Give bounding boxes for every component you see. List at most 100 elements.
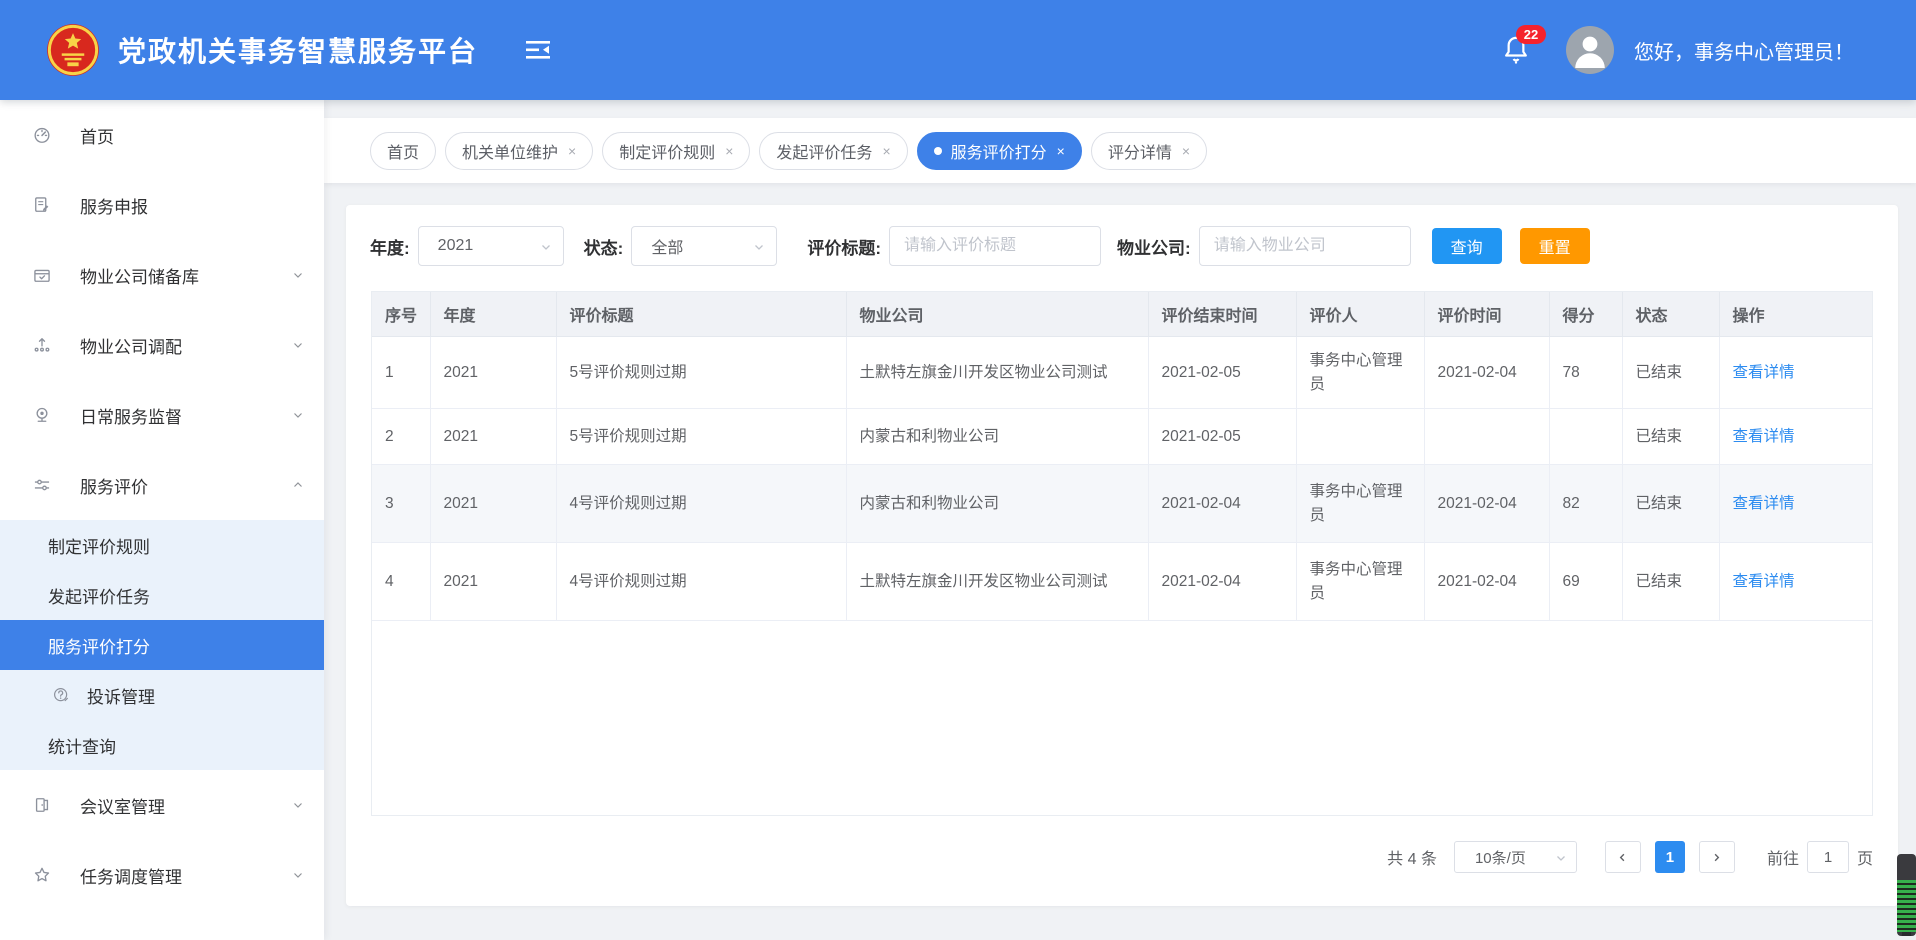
year-select[interactable]: 2021 xyxy=(418,226,564,266)
tab-service-evaluation-scoring[interactable]: 服务评价打分× xyxy=(917,132,1082,170)
sidebar-submenu: 制定评价规则发起评价任务服务评价打分投诉管理统计查询 xyxy=(0,520,324,770)
evaluation-title-input[interactable] xyxy=(889,226,1101,266)
tab-score-details[interactable]: 评分详情 × xyxy=(1091,132,1207,170)
monitor-icon xyxy=(32,405,52,425)
cell: 2021-02-04 xyxy=(1424,465,1549,543)
user-greeting: 您好，事务中心管理员！ xyxy=(1634,36,1854,65)
scroll-indicator-stripes xyxy=(1897,880,1916,932)
close-tab-icon[interactable]: × xyxy=(1182,144,1190,158)
column-header: 评价人 xyxy=(1296,292,1424,337)
cell: 内蒙古和利物业公司 xyxy=(846,409,1148,465)
page-size-select[interactable]: 10条/页 xyxy=(1454,841,1577,873)
scroll-indicator[interactable] xyxy=(1897,854,1916,936)
notification-bell-icon[interactable]: 22 xyxy=(1502,33,1532,67)
page-unit-label: 页 xyxy=(1857,845,1873,869)
cell: 2 xyxy=(372,409,430,465)
title-filter-label: 评价标题: xyxy=(807,234,881,259)
app-header: 党政机关事务智慧服务平台 22 xyxy=(0,0,1916,100)
goto-label: 前往 xyxy=(1767,845,1799,869)
close-tab-icon[interactable]: × xyxy=(725,144,733,158)
prev-page-button[interactable] xyxy=(1605,841,1641,873)
tab-label: 制定评价规则 xyxy=(619,139,715,163)
cell xyxy=(1296,409,1424,465)
current-page-button[interactable]: 1 xyxy=(1655,841,1685,873)
table-row: 320214号评价规则过期内蒙古和利物业公司2021-02-04事务中心管理员2… xyxy=(372,465,1873,543)
cell: 3 xyxy=(372,465,430,543)
sidebar-item-service-evaluation-scoring[interactable]: 服务评价打分 xyxy=(0,620,324,670)
avatar[interactable] xyxy=(1566,26,1614,74)
next-page-button[interactable] xyxy=(1699,841,1735,873)
sidebar-item-launch-evaluation-task[interactable]: 发起评价任务 xyxy=(0,570,324,620)
filter-bar: 年度: 2021 状态: 全部 评价标题: 物业公司: 查询 重置 xyxy=(370,226,1590,266)
table-row: 420214号评价规则过期土默特左旗金川开发区物业公司测试2021-02-04事… xyxy=(372,543,1873,621)
sidebar-item-property-company-dispatch[interactable]: 物业公司调配 xyxy=(0,310,324,380)
status-select-value: 全部 xyxy=(651,234,683,258)
close-tab-icon[interactable]: × xyxy=(1057,144,1065,158)
close-tab-icon[interactable]: × xyxy=(882,144,890,158)
tab-label: 首页 xyxy=(387,139,419,163)
sidebar-item-statistics-query[interactable]: 统计查询 xyxy=(0,720,324,770)
view-details-link[interactable]: 查看详情 xyxy=(1733,495,1795,512)
sidebar-item-label: 服务评价 xyxy=(80,473,148,498)
chevron-down-icon xyxy=(292,339,304,351)
cell: 土默特左旗金川开发区物业公司测试 xyxy=(846,337,1148,409)
sidebar-item-label: 服务评价打分 xyxy=(48,633,150,658)
sidebar-item-label: 制定评价规则 xyxy=(48,533,150,558)
sidebar: 首页服务申报物业公司储备库物业公司调配日常服务监督服务评价制定评价规则发起评价任… xyxy=(0,100,324,940)
tab-launch-evaluation-task[interactable]: 发起评价任务 × xyxy=(759,132,907,170)
cell: 土默特左旗金川开发区物业公司测试 xyxy=(846,543,1148,621)
sidebar-item-complaint-management[interactable]: 投诉管理 xyxy=(0,670,324,720)
dispatch-icon xyxy=(32,335,52,355)
cell: 事务中心管理员 xyxy=(1296,465,1424,543)
chevron-down-icon xyxy=(292,799,304,811)
sidebar-item-daily-service-supervision[interactable]: 日常服务监督 xyxy=(0,380,324,450)
total-count: 共 4 条 xyxy=(1387,845,1437,869)
sidebar-item-service-declaration[interactable]: 服务申报 xyxy=(0,170,324,240)
tab-label: 机关单位维护 xyxy=(462,139,558,163)
question-circle-icon xyxy=(52,686,70,704)
cell: 5号评价规则过期 xyxy=(556,409,846,465)
table-header-row: 序号年度评价标题物业公司评价结束时间评价人评价时间得分状态操作 xyxy=(372,292,1873,337)
cell: 1 xyxy=(372,337,430,409)
tab-home[interactable]: 首页 xyxy=(370,132,436,170)
sidebar-item-service-evaluation[interactable]: 服务评价 xyxy=(0,450,324,520)
column-header: 评价标题 xyxy=(556,292,846,337)
view-details-link[interactable]: 查看详情 xyxy=(1733,364,1795,381)
sidebar-item-set-evaluation-rules[interactable]: 制定评价规则 xyxy=(0,520,324,570)
query-button[interactable]: 查询 xyxy=(1432,228,1502,264)
tab-label: 发起评价任务 xyxy=(776,139,872,163)
open-tabs-bar: 首页机关单位维护×制定评价规则×发起评价任务×服务评价打分×评分详情× xyxy=(324,118,1916,183)
scrollbar-track[interactable] xyxy=(1900,100,1916,940)
status-select[interactable]: 全部 xyxy=(631,226,777,266)
sidebar-item-label: 物业公司储备库 xyxy=(80,263,199,288)
cell: 2021-02-05 xyxy=(1148,337,1296,409)
collapse-menu-icon[interactable] xyxy=(525,38,551,62)
column-header: 年度 xyxy=(430,292,556,337)
sidebar-item-property-company-reserve[interactable]: 物业公司储备库 xyxy=(0,240,324,310)
close-tab-icon[interactable]: × xyxy=(568,144,576,158)
sidebar-item-home[interactable]: 首页 xyxy=(0,100,324,170)
document-icon xyxy=(32,195,52,215)
sidebar-item-meeting-room-management[interactable]: 会议室管理 xyxy=(0,770,324,840)
cell: 78 xyxy=(1549,337,1622,409)
year-label: 年度: xyxy=(370,234,410,259)
cell: 4号评价规则过期 xyxy=(556,465,846,543)
view-details-link[interactable]: 查看详情 xyxy=(1733,573,1795,590)
cell: 2021 xyxy=(430,409,556,465)
property-company-input[interactable] xyxy=(1199,226,1411,266)
app-title: 党政机关事务智慧服务平台 xyxy=(118,30,478,70)
scroll-indicator-nub xyxy=(1902,932,1911,936)
tab-label: 评分详情 xyxy=(1108,139,1172,163)
tab-set-evaluation-rules[interactable]: 制定评价规则 × xyxy=(602,132,750,170)
sidebar-item-label: 服务申报 xyxy=(80,193,148,218)
reset-button[interactable]: 重置 xyxy=(1520,228,1590,264)
sidebar-item-task-scheduling-management[interactable]: 任务调度管理 xyxy=(0,840,324,910)
chevron-down-icon xyxy=(753,241,765,253)
cell: 内蒙古和利物业公司 xyxy=(846,465,1148,543)
tab-agency-unit-maintenance[interactable]: 机关单位维护 × xyxy=(445,132,593,170)
results-table: 序号年度评价标题物业公司评价结束时间评价人评价时间得分状态操作120215号评价… xyxy=(371,291,1873,816)
sidebar-item-label: 发起评价任务 xyxy=(48,583,150,608)
view-details-link[interactable]: 查看详情 xyxy=(1733,428,1795,445)
goto-page-input[interactable] xyxy=(1807,841,1849,873)
chevron-down-icon xyxy=(292,269,304,281)
